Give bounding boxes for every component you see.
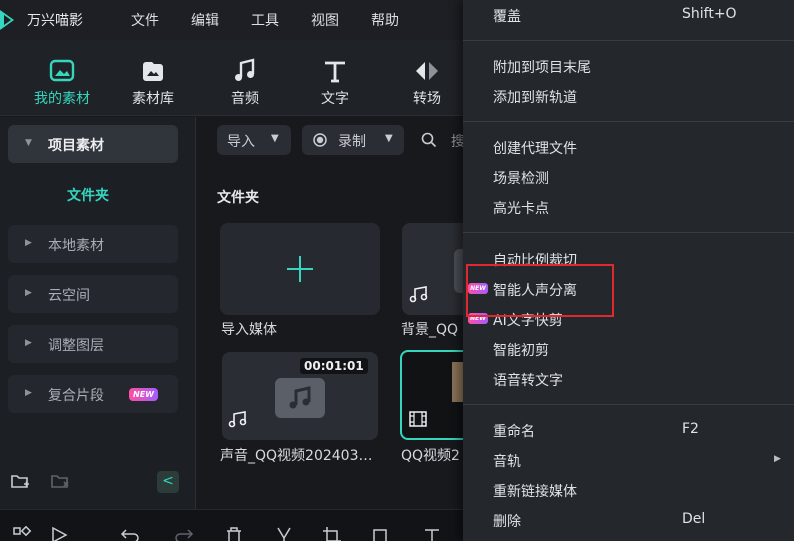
menu-tools[interactable]: 工具 <box>251 10 279 30</box>
caret-right-icon: ▶ <box>25 288 32 298</box>
app-name: 万兴喵影 <box>27 13 83 29</box>
card-label: 声音_QQ视频202403… <box>220 448 373 464</box>
menu-file[interactable]: 文件 <box>131 10 159 30</box>
menu-item-create-proxy[interactable]: 创建代理文件 <box>493 138 577 158</box>
menu-edit[interactable]: 编辑 <box>191 10 219 30</box>
delete-folder-icon[interactable] <box>50 471 70 491</box>
tool-audio[interactable]: 音频 <box>210 57 280 108</box>
sidebar-item-label: 本地素材 <box>48 238 104 254</box>
import-dropdown[interactable]: 导入 ▼ <box>217 125 291 155</box>
sidebar-item-compound-clip[interactable]: ▶ 复合片段 NEW <box>8 375 178 413</box>
tool-label: 转场 <box>413 91 441 107</box>
submenu-arrow-icon: ▶ <box>774 454 781 464</box>
redo-icon[interactable] <box>174 526 194 541</box>
tool-label: 我的素材 <box>34 91 90 107</box>
import-label: 导入 <box>227 134 255 150</box>
import-media-card[interactable] <box>220 223 380 315</box>
tool-text[interactable]: 文字 <box>300 57 370 108</box>
audio-thumbnail <box>275 378 325 418</box>
undo-icon[interactable] <box>120 526 140 541</box>
audio-note-icon <box>228 411 247 428</box>
menu-item-speech-to-text[interactable]: 语音转文字 <box>493 370 563 390</box>
app-logo-icon <box>0 10 14 30</box>
record-dropdown[interactable]: 录制 ▼ <box>302 125 404 155</box>
record-label: 录制 <box>338 134 366 150</box>
menu-item-smart-cut[interactable]: 智能初剪 <box>493 340 549 360</box>
tool-my-media[interactable]: 我的素材 <box>27 57 97 108</box>
tool-stock-media[interactable]: 素材库 <box>118 57 188 108</box>
record-icon <box>313 133 327 147</box>
transform-icon[interactable] <box>370 526 390 541</box>
plus-icon <box>287 256 313 282</box>
caret-right-icon: ▶ <box>25 388 32 398</box>
new-badge: NEW <box>129 388 158 401</box>
menu-item-delete[interactable]: 删除 <box>493 511 521 531</box>
split-icon[interactable] <box>274 526 294 541</box>
stock-media-icon <box>143 62 163 81</box>
media-sidebar: ▼ 项目素材 文件夹 ▶ 本地素材 ▶ 云空间 ▶ 调整图层 ▶ 复合片段 NE… <box>0 117 196 509</box>
tool-label: 文字 <box>321 91 349 107</box>
duration-badge: 00:01:01 <box>300 358 368 374</box>
menu-item-add-to-new-track[interactable]: 添加到新轨道 <box>493 87 577 107</box>
menu-item-scene-detection[interactable]: 场景检测 <box>493 168 549 188</box>
caret-right-icon: ▶ <box>25 238 32 248</box>
sidebar-item-label: 调整图层 <box>48 338 104 354</box>
sidebar-item-label: 项目素材 <box>48 138 104 154</box>
music-note-icon <box>235 58 255 81</box>
music-note-icon <box>289 386 311 409</box>
menu-item-audio-track[interactable]: 音轨 <box>493 451 521 471</box>
media-card-video-selected[interactable] <box>400 350 470 440</box>
sidebar-folder[interactable]: 文件夹 <box>67 185 109 205</box>
menu-separator <box>463 232 794 233</box>
sidebar-item-label: 云空间 <box>48 288 90 304</box>
menu-view[interactable]: 视图 <box>311 10 339 30</box>
collapse-sidebar-button[interactable]: < <box>157 471 179 493</box>
menu-item-rename[interactable]: 重命名 <box>493 421 535 441</box>
audio-note-icon <box>409 286 428 303</box>
highlight-annotation <box>466 264 614 317</box>
transition-icon <box>416 62 438 80</box>
film-icon <box>409 411 427 427</box>
tool-label: 音频 <box>231 91 259 107</box>
menu-separator <box>463 121 794 122</box>
caret-right-icon: ▶ <box>25 338 32 348</box>
sidebar-item-adjustment-layer[interactable]: ▶ 调整图层 <box>8 325 178 363</box>
folder-title: 文件夹 <box>217 190 259 206</box>
shortcut-label: F2 <box>682 421 699 437</box>
text-t-icon <box>325 61 345 83</box>
menu-item-append-to-end[interactable]: 附加到项目末尾 <box>493 57 591 77</box>
search-icon[interactable] <box>421 132 437 148</box>
menu-separator <box>463 404 794 405</box>
sidebar-item-label: 复合片段 <box>48 388 104 404</box>
caret-down-icon: ▼ <box>25 138 32 148</box>
card-label: QQ视频2 <box>401 448 460 464</box>
card-label: 背景_QQ <box>401 322 459 338</box>
sidebar-item-project-media[interactable]: ▼ 项目素材 <box>8 125 178 163</box>
new-folder-icon[interactable] <box>10 471 30 491</box>
sidebar-item-cloud[interactable]: ▶ 云空间 <box>8 275 178 313</box>
shortcut-label: Shift+O <box>682 6 737 22</box>
menu-item-overwrite[interactable]: 覆盖 <box>493 6 521 26</box>
menu-help[interactable]: 帮助 <box>371 10 399 30</box>
media-card-audio[interactable]: 00:01:01 <box>222 352 378 440</box>
layout-icon[interactable] <box>12 526 32 541</box>
chevron-down-icon: ▼ <box>271 133 279 144</box>
shortcut-label: Del <box>682 511 706 527</box>
card-label: 导入媒体 <box>221 322 277 338</box>
menu-separator <box>463 40 794 41</box>
chevron-down-icon: ▼ <box>385 133 393 144</box>
sidebar-item-local-media[interactable]: ▶ 本地素材 <box>8 225 178 263</box>
text-icon[interactable] <box>422 526 442 541</box>
menu-item-beat-highlight[interactable]: 高光卡点 <box>493 198 549 218</box>
tool-transition[interactable]: 转场 <box>392 57 462 108</box>
tool-label: 素材库 <box>132 91 174 107</box>
menu-item-relink-media[interactable]: 重新链接媒体 <box>493 481 577 501</box>
media-card-audio[interactable] <box>402 223 472 315</box>
pointer-icon[interactable] <box>50 526 70 541</box>
delete-icon[interactable] <box>224 526 244 541</box>
my-media-icon <box>49 59 75 82</box>
crop-icon[interactable] <box>322 526 342 541</box>
